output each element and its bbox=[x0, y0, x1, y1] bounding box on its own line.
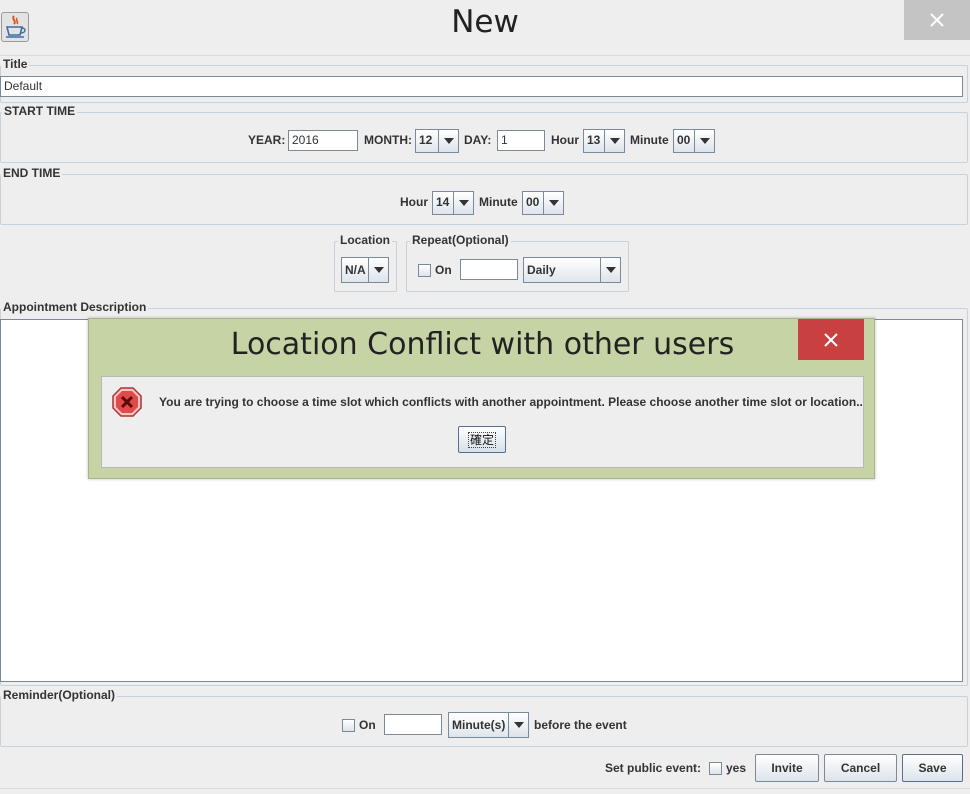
location-select-value: N/A bbox=[345, 263, 366, 277]
start-hour-select[interactable]: 13 bbox=[583, 129, 625, 153]
reminder-on-checkbox[interactable] bbox=[342, 719, 355, 732]
start-hour-label: Hour bbox=[551, 133, 579, 147]
day-label: DAY: bbox=[464, 133, 492, 147]
start-hour-select-value: 13 bbox=[587, 133, 601, 147]
month-label: MONTH: bbox=[364, 133, 412, 147]
public-event-label: Set public event: bbox=[605, 761, 702, 775]
end-minute-select[interactable]: 00 bbox=[522, 191, 564, 215]
end-hour-select-value: 14 bbox=[436, 195, 450, 209]
chevron-down-icon bbox=[543, 192, 563, 214]
invite-button[interactable]: Invite bbox=[755, 754, 819, 782]
window-title: New bbox=[451, 4, 519, 40]
end-minute-select-value: 00 bbox=[526, 195, 540, 209]
dialog-title: Location Conflict with other users bbox=[230, 327, 735, 362]
repeat-frequency-value: Daily bbox=[527, 263, 556, 277]
reminder-suffix-label: before the event bbox=[534, 718, 627, 732]
start-time-group-label: START TIME bbox=[2, 104, 78, 118]
title-group-label: Title bbox=[1, 57, 30, 71]
close-icon bbox=[930, 13, 944, 27]
reminder-group-label: Reminder(Optional) bbox=[1, 688, 118, 702]
chevron-down-icon bbox=[600, 258, 620, 282]
dialog-close-button[interactable] bbox=[798, 319, 864, 360]
start-minute-select-value: 00 bbox=[677, 133, 691, 147]
chevron-down-icon bbox=[508, 713, 528, 737]
save-button[interactable]: Save bbox=[902, 754, 963, 782]
month-select-value: 12 bbox=[419, 133, 433, 147]
close-icon bbox=[824, 332, 838, 347]
chevron-down-icon bbox=[453, 192, 473, 214]
reminder-on-label: On bbox=[359, 718, 376, 732]
start-minute-label: Minute bbox=[630, 133, 669, 147]
description-group-label: Appointment Description bbox=[1, 300, 149, 314]
day-input[interactable]: 1 bbox=[497, 130, 545, 151]
bottom-divider bbox=[0, 788, 970, 789]
title-bar-divider bbox=[0, 55, 970, 56]
end-hour-label: Hour bbox=[400, 195, 428, 209]
location-conflict-dialog: Location Conflict with other users You a… bbox=[88, 318, 875, 479]
chevron-down-icon bbox=[694, 130, 714, 152]
reminder-amount-input[interactable] bbox=[384, 714, 442, 735]
location-group-label: Location bbox=[338, 233, 392, 247]
repeat-on-label: On bbox=[435, 263, 452, 277]
cancel-button[interactable]: Cancel bbox=[824, 754, 897, 782]
end-time-group-label: END TIME bbox=[1, 166, 63, 180]
dialog-body: You are trying to choose a time slot whi… bbox=[101, 376, 864, 468]
repeat-group-label: Repeat(Optional) bbox=[410, 233, 511, 247]
repeat-interval-input[interactable] bbox=[460, 259, 518, 280]
month-select[interactable]: 12 bbox=[415, 129, 459, 153]
start-minute-select[interactable]: 00 bbox=[673, 129, 715, 153]
dialog-message: You are trying to choose a time slot whi… bbox=[159, 395, 863, 409]
window-close-button[interactable] bbox=[904, 0, 970, 40]
dialog-ok-label: 確定 bbox=[467, 431, 496, 448]
chevron-down-icon bbox=[368, 258, 388, 282]
repeat-frequency-select[interactable]: Daily bbox=[523, 257, 621, 283]
title-input[interactable]: Default bbox=[0, 76, 963, 97]
location-select[interactable]: N/A bbox=[341, 257, 389, 283]
end-hour-select[interactable]: 14 bbox=[432, 191, 474, 215]
year-input[interactable]: 2016 bbox=[288, 130, 358, 151]
end-minute-label: Minute bbox=[479, 195, 518, 209]
public-event-checkbox[interactable] bbox=[709, 762, 722, 775]
year-label: YEAR: bbox=[248, 133, 286, 147]
chevron-down-icon bbox=[438, 130, 458, 152]
reminder-unit-select[interactable]: Minute(s) bbox=[448, 712, 529, 738]
chevron-down-icon bbox=[604, 130, 624, 152]
error-icon bbox=[112, 387, 142, 417]
dialog-ok-button[interactable]: 確定 bbox=[458, 426, 506, 453]
repeat-on-checkbox[interactable] bbox=[418, 264, 431, 277]
reminder-unit-value: Minute(s) bbox=[452, 718, 506, 732]
public-event-yes-label: yes bbox=[726, 761, 747, 775]
